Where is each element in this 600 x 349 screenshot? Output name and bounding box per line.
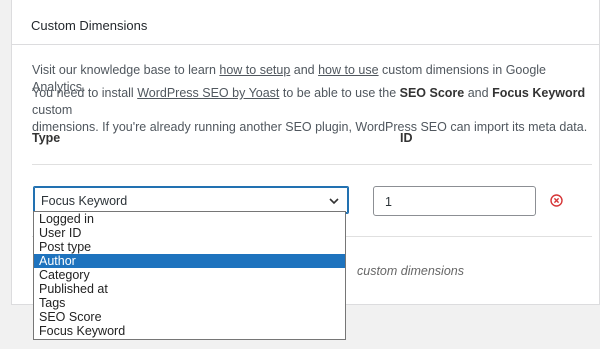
seo-score-label: SEO Score <box>399 86 465 100</box>
seo-notice-text: You need to install WordPress SEO by Yoa… <box>32 85 599 136</box>
kb-prefix: Visit our knowledge base to learn <box>32 63 220 77</box>
id-column-header: ID <box>400 131 413 145</box>
dropdown-option[interactable]: Tags <box>34 296 345 310</box>
selected-type-value: Focus Keyword <box>41 194 128 208</box>
panel-title: Custom Dimensions <box>31 18 148 33</box>
dropdown-option[interactable]: User ID <box>34 226 345 240</box>
how-to-setup-link[interactable]: how to setup <box>219 63 290 77</box>
seo-mid: to be able to use the <box>279 86 400 100</box>
type-column-header: Type <box>32 131 61 145</box>
wordpress-seo-link[interactable]: WordPress SEO by Yoast <box>137 86 279 100</box>
id-value: 1 <box>385 195 392 209</box>
how-to-use-link[interactable]: how to use <box>318 63 378 77</box>
dimension-type-select[interactable]: Focus Keyword <box>33 186 349 214</box>
type-dropdown-list[interactable]: Logged in User ID Post type Author Category P… <box>33 211 346 340</box>
seo-line2: dimensions. If you're already running an… <box>32 120 588 134</box>
seo-line1-end: custom <box>32 103 73 117</box>
dropdown-option[interactable]: Post type <box>34 240 345 254</box>
dropdown-option[interactable]: Published at <box>34 282 345 296</box>
dropdown-option[interactable]: Logged in <box>34 212 345 226</box>
divider <box>32 164 592 165</box>
panel-header: Custom Dimensions <box>12 0 599 45</box>
dimension-id-input[interactable]: 1 <box>373 186 536 216</box>
dropdown-option[interactable]: Category <box>34 268 345 282</box>
dropdown-option[interactable]: Focus Keyword <box>34 324 345 338</box>
seo-prefix: You need to install <box>32 86 138 100</box>
kb-and: and <box>290 63 319 77</box>
dropdown-option[interactable]: SEO Score <box>34 310 345 324</box>
remove-circle-icon[interactable] <box>550 194 563 207</box>
add-dimension-text-partial: custom dimensions <box>357 264 464 278</box>
focus-keyword-label: Focus Keyword <box>492 86 586 100</box>
dropdown-option[interactable]: Author <box>34 254 345 268</box>
seo-and: and <box>464 86 493 100</box>
chevron-down-icon <box>329 198 339 205</box>
